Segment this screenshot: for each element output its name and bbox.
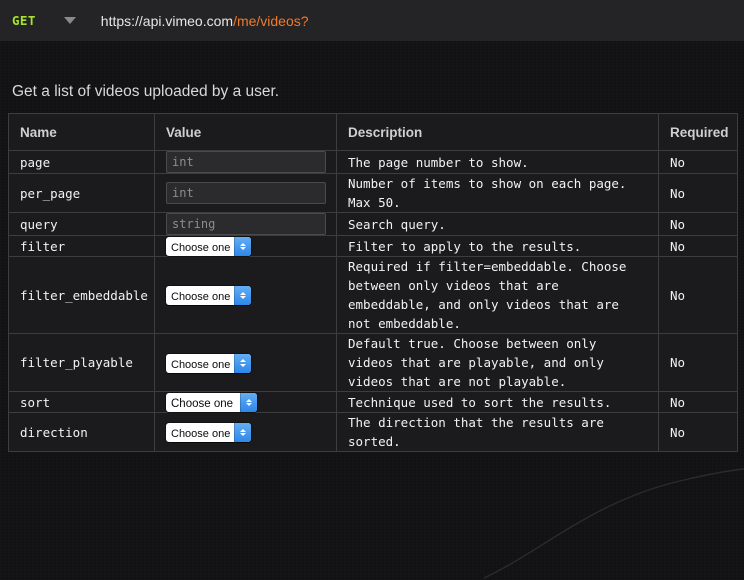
select-stepper-icon[interactable] <box>234 237 252 256</box>
param-required: No <box>658 412 738 452</box>
param-select-filter[interactable]: Choose one <box>166 237 252 256</box>
table-row: per_page Number of items to show on each… <box>8 173 738 213</box>
table-row: filter Choose one Filter to apply to the… <box>8 235 738 257</box>
param-name: sort <box>8 391 155 413</box>
param-name: per_page <box>8 173 155 213</box>
column-header-name: Name <box>8 113 155 151</box>
parameters-table: Name Value Description Required page The… <box>8 113 738 452</box>
param-description: Search query. <box>336 212 659 236</box>
param-name: page <box>8 150 155 174</box>
background-decorative-curve <box>484 468 744 579</box>
param-select-filter-embeddable[interactable]: Choose one <box>166 286 252 305</box>
param-value-cell: Choose one <box>154 391 337 413</box>
select-stepper-icon[interactable] <box>234 353 252 373</box>
table-row: filter_embeddable Choose one Required if… <box>8 256 738 334</box>
table-row: page The page number to show. No <box>8 150 738 174</box>
param-description: Technique used to sort the results. <box>336 391 659 413</box>
table-row: query Search query. No <box>8 212 738 236</box>
param-value-cell <box>154 173 337 213</box>
column-header-required: Required <box>658 113 738 151</box>
param-required: No <box>658 173 738 213</box>
param-value-cell: Choose one <box>154 256 337 334</box>
param-value-cell: Choose one <box>154 235 337 257</box>
content-area: Get a list of videos uploaded by a user.… <box>0 83 744 452</box>
param-name: query <box>8 212 155 236</box>
param-name: filter_playable <box>8 333 155 392</box>
param-required: No <box>658 212 738 236</box>
param-description: Number of items to show on each page. Ma… <box>336 173 659 213</box>
param-required: No <box>658 391 738 413</box>
param-value-cell <box>154 150 337 174</box>
select-stepper-icon[interactable] <box>240 393 258 412</box>
param-required: No <box>658 333 738 392</box>
param-required: No <box>658 150 738 174</box>
param-description: The page number to show. <box>336 150 659 174</box>
param-required: No <box>658 235 738 257</box>
select-stepper-icon[interactable] <box>234 286 252 305</box>
table-row: filter_playable Choose one Default true.… <box>8 333 738 392</box>
table-row: direction Choose one The direction that … <box>8 412 738 452</box>
param-required: No <box>658 256 738 334</box>
param-description: Filter to apply to the results. <box>336 235 659 257</box>
param-select-filter-playable[interactable]: Choose one <box>166 353 252 373</box>
page-title: Get a list of videos uploaded by a user. <box>12 83 280 100</box>
param-input-page[interactable] <box>166 151 326 173</box>
param-name: filter_embeddable <box>8 256 155 334</box>
column-header-value: Value <box>154 113 337 151</box>
url-host: https://api.vimeo.com <box>100 12 234 29</box>
param-select-direction[interactable]: Choose one <box>166 423 252 442</box>
param-description: Required if filter=embeddable. Choose be… <box>336 256 659 334</box>
triangle-down-icon[interactable] <box>63 17 76 24</box>
column-header-description: Description <box>336 113 659 151</box>
param-select-sort[interactable]: Choose one <box>166 393 258 412</box>
param-description: The direction that the results are sorte… <box>336 412 659 452</box>
table-row: sort Choose one Technique used to sort t… <box>8 391 738 413</box>
request-url[interactable]: https://api.vimeo.com/me/videos? <box>101 13 309 29</box>
parameters-table-body: page The page number to show. No per_pag… <box>8 150 738 452</box>
select-stepper-icon[interactable] <box>234 423 252 442</box>
param-name: filter <box>8 235 155 257</box>
param-input-query[interactable] <box>166 213 326 235</box>
param-value-cell: Choose one <box>154 333 337 392</box>
param-value-cell <box>154 212 337 236</box>
request-url-bar: GET https://api.vimeo.com/me/videos? <box>0 0 744 41</box>
param-name: direction <box>8 412 155 452</box>
table-header-row: Name Value Description Required <box>8 113 738 151</box>
http-method-label[interactable]: GET <box>12 13 36 28</box>
param-value-cell: Choose one <box>154 412 337 452</box>
url-path: /me/videos? <box>233 12 309 29</box>
param-description: Default true. Choose between only videos… <box>336 333 659 392</box>
param-input-per-page[interactable] <box>166 182 326 204</box>
